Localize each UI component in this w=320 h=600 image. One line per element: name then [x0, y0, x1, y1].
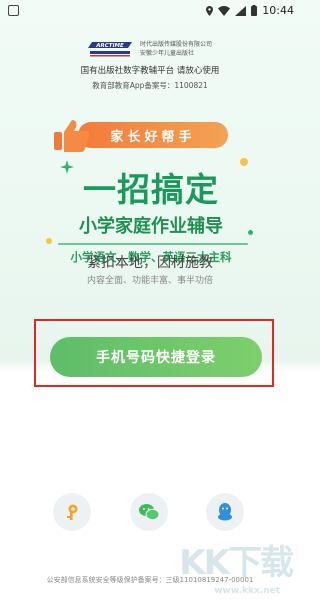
- key-icon: [67, 504, 78, 520]
- app-record-number: 教育部教育App备案号：1100821: [92, 81, 208, 90]
- slogan-main: 紧扣本地，因材施教: [87, 255, 213, 271]
- signal-icon: [235, 5, 247, 16]
- platform-tagline: 国有出版社数字教辅平台 请放心使用: [80, 66, 220, 76]
- location-icon: [206, 5, 214, 16]
- security-record-footer: 公安部信息系统安全等级保护备案号：三级11010819247-00001: [46, 576, 254, 584]
- decor-dot: [240, 158, 248, 166]
- status-icons: 10:44: [206, 4, 294, 17]
- phone-quick-login-button[interactable]: 手机号码快捷登录: [50, 337, 262, 377]
- company-name: 时代出版传媒股份有限公司: [139, 41, 212, 48]
- wechat-icon: [139, 504, 160, 521]
- status-bar: 10:44: [0, 0, 300, 22]
- press-name: 安徽少年儿童出版社: [139, 50, 194, 57]
- thumbs-up-icon: [54, 120, 90, 152]
- watermark-url: www.kkx.net: [214, 586, 280, 596]
- battery-icon: [251, 5, 258, 16]
- banner-subtitle: 小学家庭作业辅导: [79, 216, 223, 237]
- wechat-login-button[interactable]: [130, 493, 168, 531]
- banner-divider: [58, 243, 248, 245]
- publisher-header: ARCTIME 时代出版传媒股份有限公司 安徽少年儿童出版社 国有出版社数字教辅…: [0, 40, 300, 91]
- parent-helper-pill: 家长好帮手: [78, 122, 228, 148]
- svg-text:ARCTIME: ARCTIME: [95, 43, 124, 49]
- qq-icon: [218, 503, 232, 521]
- wifi-icon: [218, 5, 231, 16]
- publisher-logo: ARCTIME: [87, 42, 132, 57]
- decor-dot: [46, 238, 52, 244]
- qq-login-button[interactable]: [206, 493, 244, 531]
- key-login-button[interactable]: [53, 493, 91, 531]
- app-notification-icon: [8, 5, 19, 16]
- publisher-names: 时代出版传媒股份有限公司 安徽少年儿童出版社: [140, 40, 212, 58]
- banner-headline: 一招搞定: [83, 170, 219, 209]
- publisher-logo-row: ARCTIME 时代出版传媒股份有限公司 安徽少年儿童出版社: [0, 40, 300, 58]
- slogan-sub: 内容全面、功能丰富、事半功倍: [86, 276, 213, 286]
- status-time: 10:44: [262, 4, 294, 17]
